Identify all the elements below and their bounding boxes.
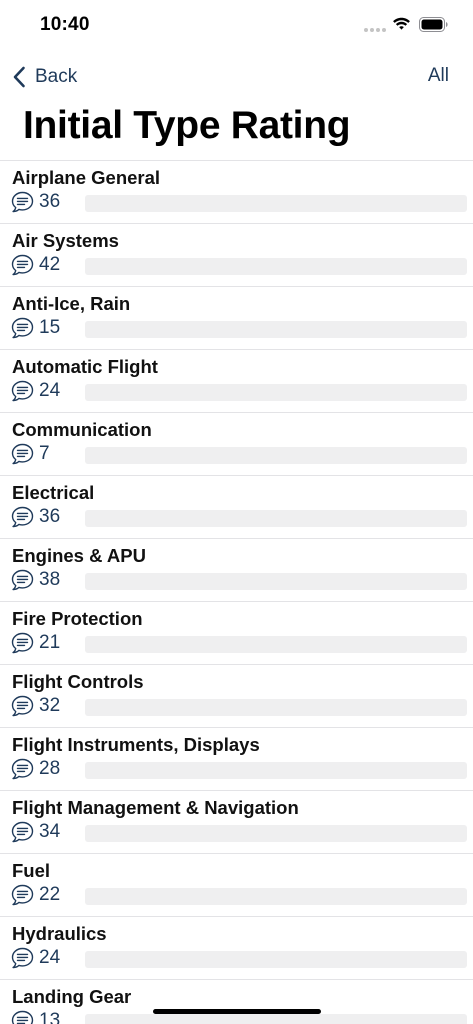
question-count: 42: [39, 254, 61, 275]
progress-bar: [85, 762, 467, 779]
item-meta: 22: [11, 884, 60, 906]
question-count: 22: [39, 884, 61, 905]
chat-bubble-lines-icon: [11, 884, 34, 906]
list-item[interactable]: Hydraulics 24: [0, 916, 473, 979]
question-count: 38: [39, 569, 61, 590]
item-title: Air Systems: [12, 230, 119, 251]
list-item[interactable]: Flight Controls 32: [0, 664, 473, 727]
item-title: Flight Management & Navigation: [12, 797, 299, 818]
navigation-bar: Back All: [0, 58, 473, 94]
question-count: 36: [39, 506, 61, 527]
question-count: 7: [39, 443, 50, 464]
screen: 10:40 Back All Initial Type Rating Airpl…: [0, 0, 473, 1024]
item-meta: 32: [11, 695, 60, 717]
item-title: Fuel: [12, 860, 51, 881]
chat-bubble-lines-icon: [11, 254, 34, 276]
progress-bar: [85, 825, 467, 842]
question-count: 21: [39, 632, 61, 653]
cellular-signal-icon: [364, 28, 386, 33]
list-item[interactable]: Anti-Ice, Rain 15: [0, 286, 473, 349]
question-count: 28: [39, 758, 61, 779]
item-title: Airplane General: [12, 167, 161, 188]
progress-bar: [85, 888, 467, 905]
chat-bubble-lines-icon: [11, 317, 34, 339]
progress-bar: [85, 447, 467, 464]
item-meta: 36: [11, 191, 60, 213]
item-title: Automatic Flight: [12, 356, 158, 377]
all-button[interactable]: All: [428, 65, 449, 87]
chat-bubble-lines-icon: [11, 443, 34, 465]
item-title: Communication: [12, 419, 152, 440]
list-item[interactable]: Flight Management & Navigation 34: [0, 790, 473, 853]
progress-bar: [85, 699, 467, 716]
list-item[interactable]: Flight Instruments, Displays 28: [0, 727, 473, 790]
item-meta: 36: [11, 506, 60, 528]
chat-bubble-lines-icon: [11, 695, 34, 717]
item-meta: 7: [11, 443, 50, 465]
question-count: 13: [39, 1010, 61, 1024]
home-indicator[interactable]: [153, 1009, 321, 1014]
item-title: Flight Instruments, Displays: [12, 734, 260, 755]
list-item[interactable]: Communication 7: [0, 412, 473, 475]
list-item[interactable]: Fire Protection 21: [0, 601, 473, 664]
item-meta: 24: [11, 380, 60, 402]
chat-bubble-lines-icon: [11, 1010, 34, 1024]
progress-bar: [85, 951, 467, 968]
item-meta: 28: [11, 758, 60, 780]
item-title: Flight Controls: [12, 671, 144, 692]
list-item[interactable]: Airplane General 36: [0, 160, 473, 223]
progress-bar: [85, 258, 467, 275]
item-meta: 13: [11, 1010, 60, 1024]
wifi-icon: [393, 17, 410, 30]
item-title: Landing Gear: [12, 986, 132, 1007]
chat-bubble-lines-icon: [11, 947, 34, 969]
item-title: Engines & APU: [12, 545, 146, 566]
item-meta: 21: [11, 632, 60, 654]
list-item[interactable]: Landing Gear 13: [0, 979, 473, 1024]
item-meta: 38: [11, 569, 60, 591]
page-title: Initial Type Rating: [23, 104, 351, 147]
progress-bar: [85, 384, 467, 401]
item-title: Anti-Ice, Rain: [12, 293, 131, 314]
question-count: 15: [39, 317, 61, 338]
question-count: 32: [39, 695, 61, 716]
list-item[interactable]: Air Systems 42: [0, 223, 473, 286]
item-title: Hydraulics: [12, 923, 107, 944]
progress-bar: [85, 195, 467, 212]
topic-list: Airplane General 36 Air Systems 42 Anti-Ice,…: [0, 160, 473, 1024]
status-bar: 10:40: [0, 0, 473, 52]
chat-bubble-lines-icon: [11, 506, 34, 528]
question-count: 36: [39, 191, 61, 212]
list-item[interactable]: Electrical 36: [0, 475, 473, 538]
list-item[interactable]: Automatic Flight 24: [0, 349, 473, 412]
question-count: 34: [39, 821, 61, 842]
list-item[interactable]: Fuel 22: [0, 853, 473, 916]
back-button[interactable]: Back: [12, 62, 77, 92]
progress-bar: [85, 510, 467, 527]
chat-bubble-lines-icon: [11, 758, 34, 780]
item-title: Electrical: [12, 482, 95, 503]
item-meta: 42: [11, 254, 60, 276]
question-count: 24: [39, 380, 61, 401]
status-time: 10:40: [40, 14, 90, 35]
progress-bar: [85, 636, 467, 653]
progress-bar: [85, 573, 467, 590]
item-title: Fire Protection: [12, 608, 143, 629]
chat-bubble-lines-icon: [11, 821, 34, 843]
progress-bar: [85, 1014, 467, 1024]
battery-icon: [419, 17, 448, 32]
list-item[interactable]: Engines & APU 38: [0, 538, 473, 601]
progress-bar: [85, 321, 467, 338]
chat-bubble-lines-icon: [11, 191, 34, 213]
chat-bubble-lines-icon: [11, 569, 34, 591]
chat-bubble-lines-icon: [11, 380, 34, 402]
item-meta: 24: [11, 947, 60, 969]
item-meta: 34: [11, 821, 60, 843]
item-meta: 15: [11, 317, 60, 339]
back-label: Back: [35, 66, 78, 87]
chat-bubble-lines-icon: [11, 632, 34, 654]
question-count: 24: [39, 947, 61, 968]
chevron-left-icon: [13, 66, 25, 88]
